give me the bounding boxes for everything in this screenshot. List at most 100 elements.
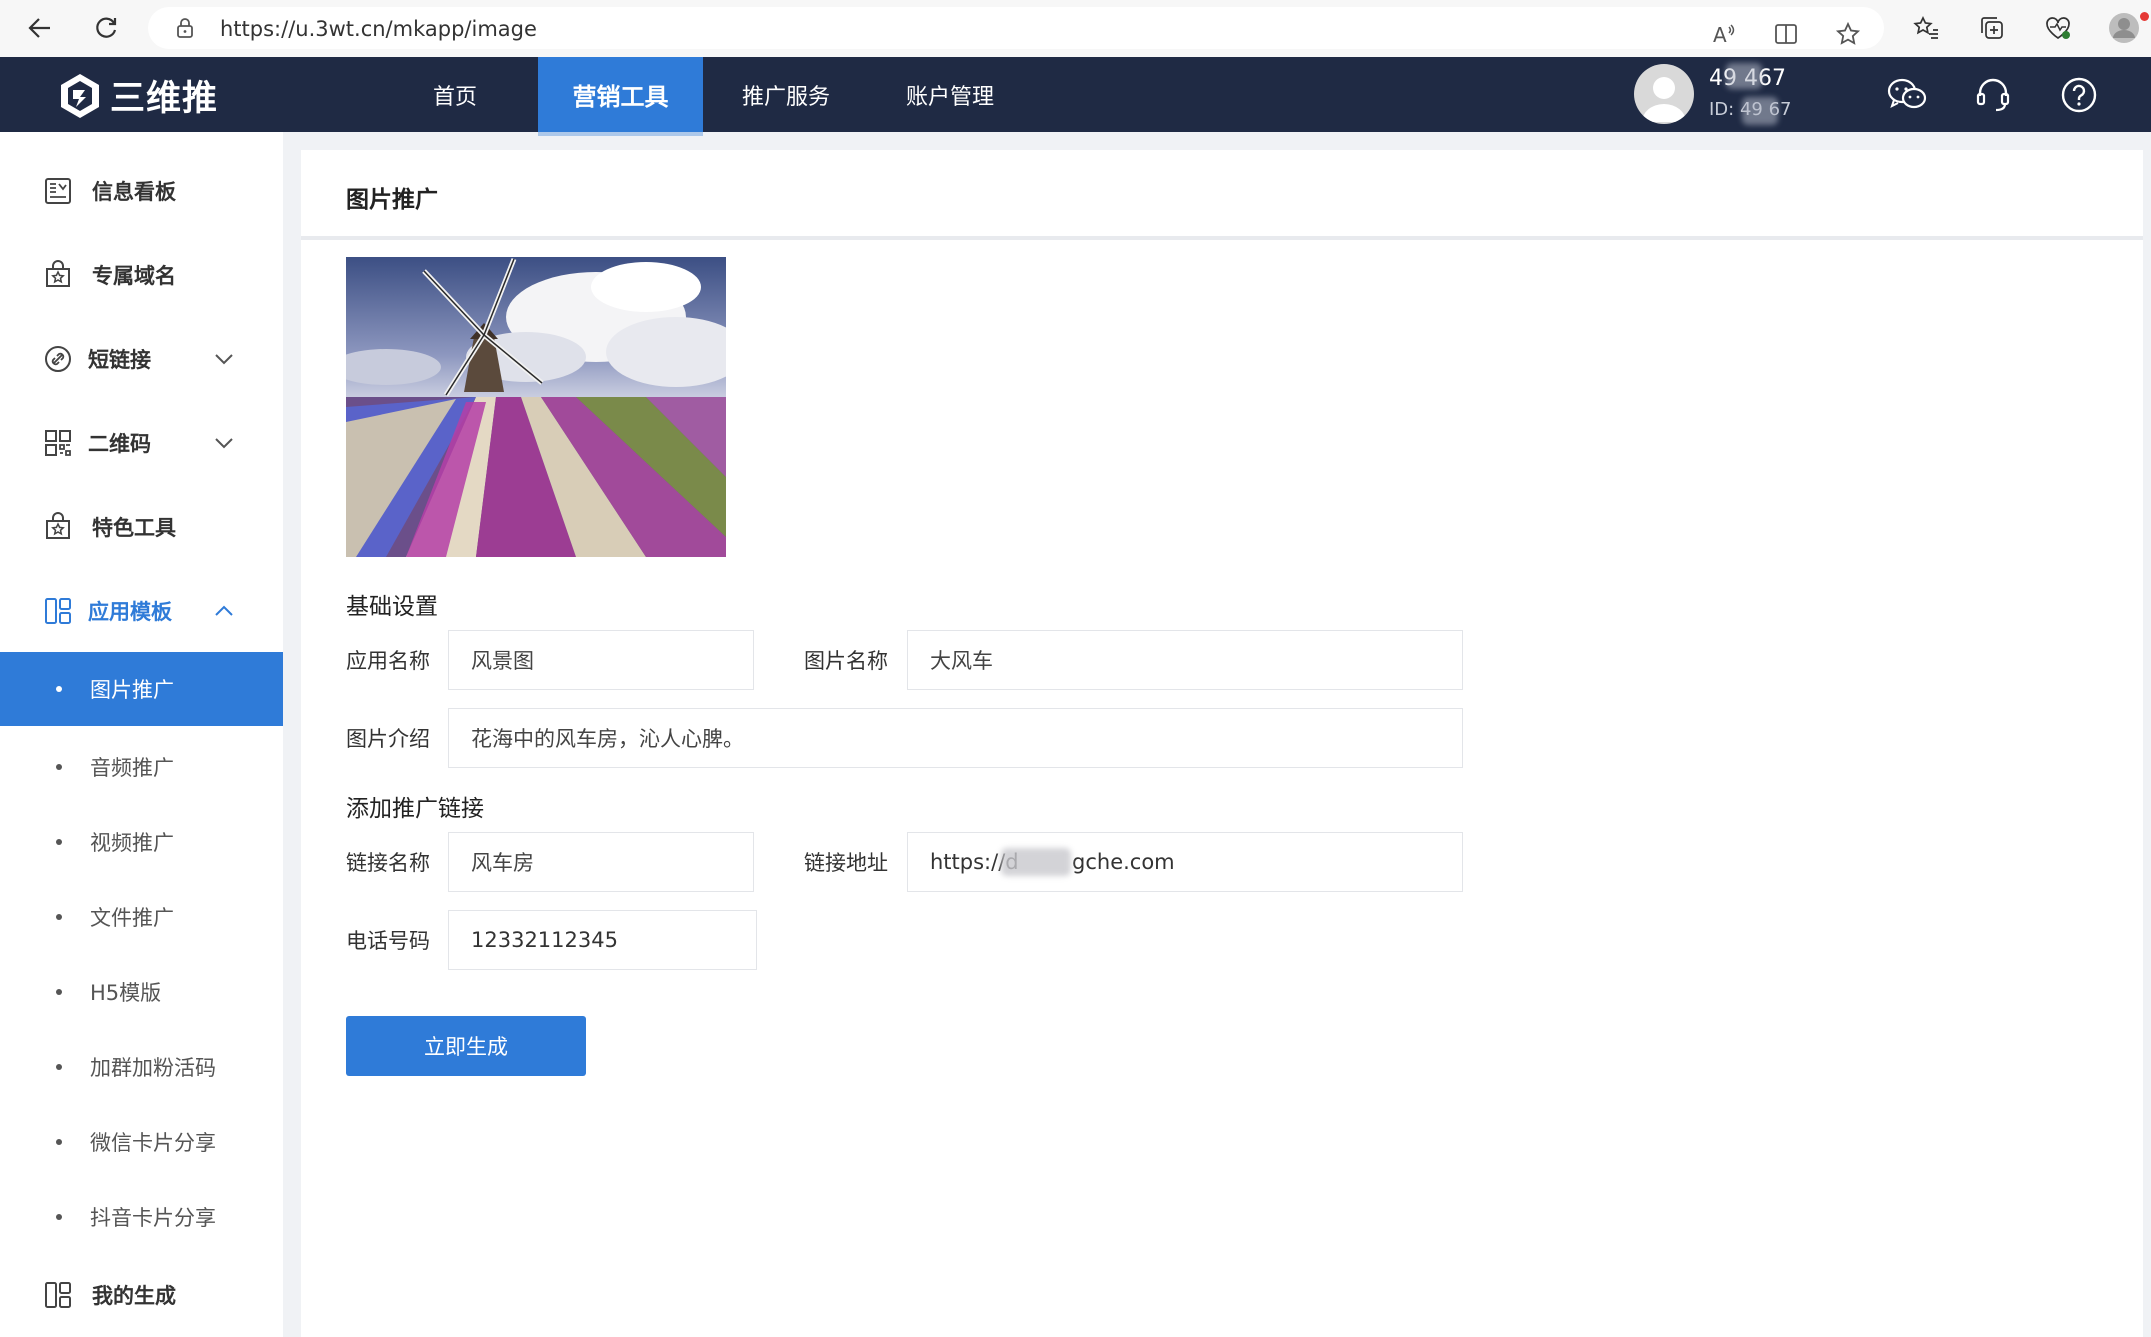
sidebar-subitem-label: 图片推广 [90,678,174,702]
link-name-input[interactable] [448,832,754,892]
main-panel: 图片推广 基础设置 应用名称 风景图 图片名称 大风车 图片介绍 花海中的风车房… [301,150,2143,1337]
browser-essentials-icon[interactable] [2038,8,2078,48]
bullet-dot [56,686,62,692]
sidebar-subitem-h5-template[interactable]: H5模版 [0,955,283,1029]
sidebar-subitem-audio-promo[interactable]: 音频推广 [0,730,283,804]
sidebar-item-app-templates[interactable]: 应用模板 [0,581,283,641]
bullet-dot [56,914,62,920]
browser-toolbar: https://u.3wt.cn/mkapp/image A [0,0,2151,57]
app-name-input[interactable] [448,630,754,690]
sidebar-item-label: 专属域名 [92,264,176,288]
nav-promotion-services[interactable]: 推广服务 [722,57,850,132]
read-aloud-icon[interactable]: A [1704,14,1744,54]
image-preview[interactable] [346,257,726,557]
dashboard-icon [42,175,74,207]
qrcode-icon [42,427,74,459]
nav-promotion-services-label: 推广服务 [741,84,830,110]
notification-dot [2140,12,2149,21]
sidebar-subitem-douyin-card[interactable]: 抖音卡片分享 [0,1180,283,1254]
sidebar-subitem-file-promo[interactable]: 文件推广 [0,880,283,954]
redaction-blur [1726,63,1762,89]
nav-account-management-label: 账户管理 [905,84,994,110]
generate-button[interactable]: 立即生成 [346,1016,586,1076]
panel-header: 图片推广 [301,150,2143,240]
app-name-label: 应用名称 [346,649,430,673]
section-title-basic: 基础设置 [346,594,438,620]
redaction-blur [1001,848,1071,876]
redaction-blur [1742,97,1778,125]
sidebar-subitem-group-live-code[interactable]: 加群加粉活码 [0,1030,283,1104]
wechat-icon[interactable] [1886,74,1928,116]
sidebar-subitem-label: 视频推广 [90,831,174,855]
sidebar-item-label: 二维码 [88,432,151,456]
sidebar-subitem-label: 抖音卡片分享 [90,1206,216,1230]
link-url-input[interactable] [907,832,1463,892]
collections-icon[interactable] [1972,8,2012,48]
sidebar-subitem-wechat-card[interactable]: 微信卡片分享 [0,1105,283,1179]
sidebar-item-domain[interactable]: 专属域名 [0,245,283,305]
favorites-list-icon[interactable] [1906,8,1946,48]
page-title: 图片推广 [346,187,438,213]
reload-icon[interactable] [86,8,126,48]
chevron-down-icon[interactable] [210,429,238,457]
top-navigation: 三维推 首页 营销工具 推广服务 账户管理 49 467 ID: 49 67 [0,57,2151,136]
favorite-star-icon[interactable] [1828,14,1868,54]
sidebar: 信息看板 专属域名 短链接 二维码 特色工具 应用模板 图片推广 音频推广 视频… [0,132,283,1337]
sidebar-item-label: 信息看板 [92,180,176,204]
nav-account-management[interactable]: 账户管理 [880,57,1020,132]
template-icon [42,1279,74,1311]
sidebar-item-dashboard[interactable]: 信息看板 [0,161,283,221]
image-name-label: 图片名称 [804,649,888,673]
sidebar-subitem-label: 加群加粉活码 [90,1056,216,1080]
chevron-up-icon[interactable] [210,597,238,625]
nav-marketing-tools[interactable]: 营销工具 [538,57,703,136]
logo[interactable]: 三维推 [56,70,218,121]
phone-label: 电话号码 [346,929,430,953]
phone-input[interactable] [448,910,757,970]
section-title-links: 添加推广链接 [346,796,484,822]
logo-text: 三维推 [110,79,219,119]
sidebar-subitem-image-promo[interactable]: 图片推广 [0,652,283,726]
customer-service-icon[interactable] [1972,74,2014,116]
template-icon [42,595,74,627]
help-icon[interactable] [2058,74,2100,116]
url-text[interactable]: https://u.3wt.cn/mkapp/image [220,17,537,41]
profile-avatar-icon[interactable] [2104,8,2144,48]
sidebar-item-label: 我的生成 [92,1284,176,1308]
bullet-dot [56,1139,62,1145]
lock-icon [176,18,194,42]
sidebar-subitem-label: 音频推广 [90,756,174,780]
chevron-down-icon[interactable] [210,345,238,373]
sidebar-subitem-label: H5模版 [90,981,162,1005]
nav-marketing-tools-label: 营销工具 [572,83,669,111]
sidebar-subitem-label: 微信卡片分享 [90,1131,216,1155]
link-clip-icon [42,343,74,375]
sidebar-subitem-video-promo[interactable]: 视频推广 [0,805,283,879]
shop-badge-icon [42,259,74,291]
image-desc-input[interactable] [448,708,1463,768]
bullet-dot [56,764,62,770]
image-name-input[interactable] [907,630,1463,690]
logo-icon [61,73,99,118]
shop-badge-icon [42,511,74,543]
sidebar-item-my-generated[interactable]: 我的生成 [0,1265,283,1325]
bullet-dot [56,989,62,995]
link-name-label: 链接名称 [346,851,430,875]
svg-text:A: A [1713,23,1727,47]
nav-home[interactable]: 首页 [396,57,514,132]
back-arrow-icon[interactable] [20,8,60,48]
sidebar-item-label: 短链接 [88,348,151,372]
sidebar-item-short-link[interactable]: 短链接 [0,329,283,389]
address-bar[interactable]: https://u.3wt.cn/mkapp/image A [148,7,1884,49]
bullet-dot [56,839,62,845]
image-desc-label: 图片介绍 [346,727,430,751]
bullet-dot [56,1214,62,1220]
sidebar-subitem-label: 文件推广 [90,906,174,930]
link-url-label: 链接地址 [804,851,888,875]
user-avatar[interactable] [1634,64,1694,124]
sidebar-item-label: 应用模板 [88,600,172,624]
windmill-flower-field-image [346,257,726,557]
split-screen-icon[interactable] [1766,14,1806,54]
sidebar-item-feature-tools[interactable]: 特色工具 [0,497,283,557]
sidebar-item-qrcode[interactable]: 二维码 [0,413,283,473]
